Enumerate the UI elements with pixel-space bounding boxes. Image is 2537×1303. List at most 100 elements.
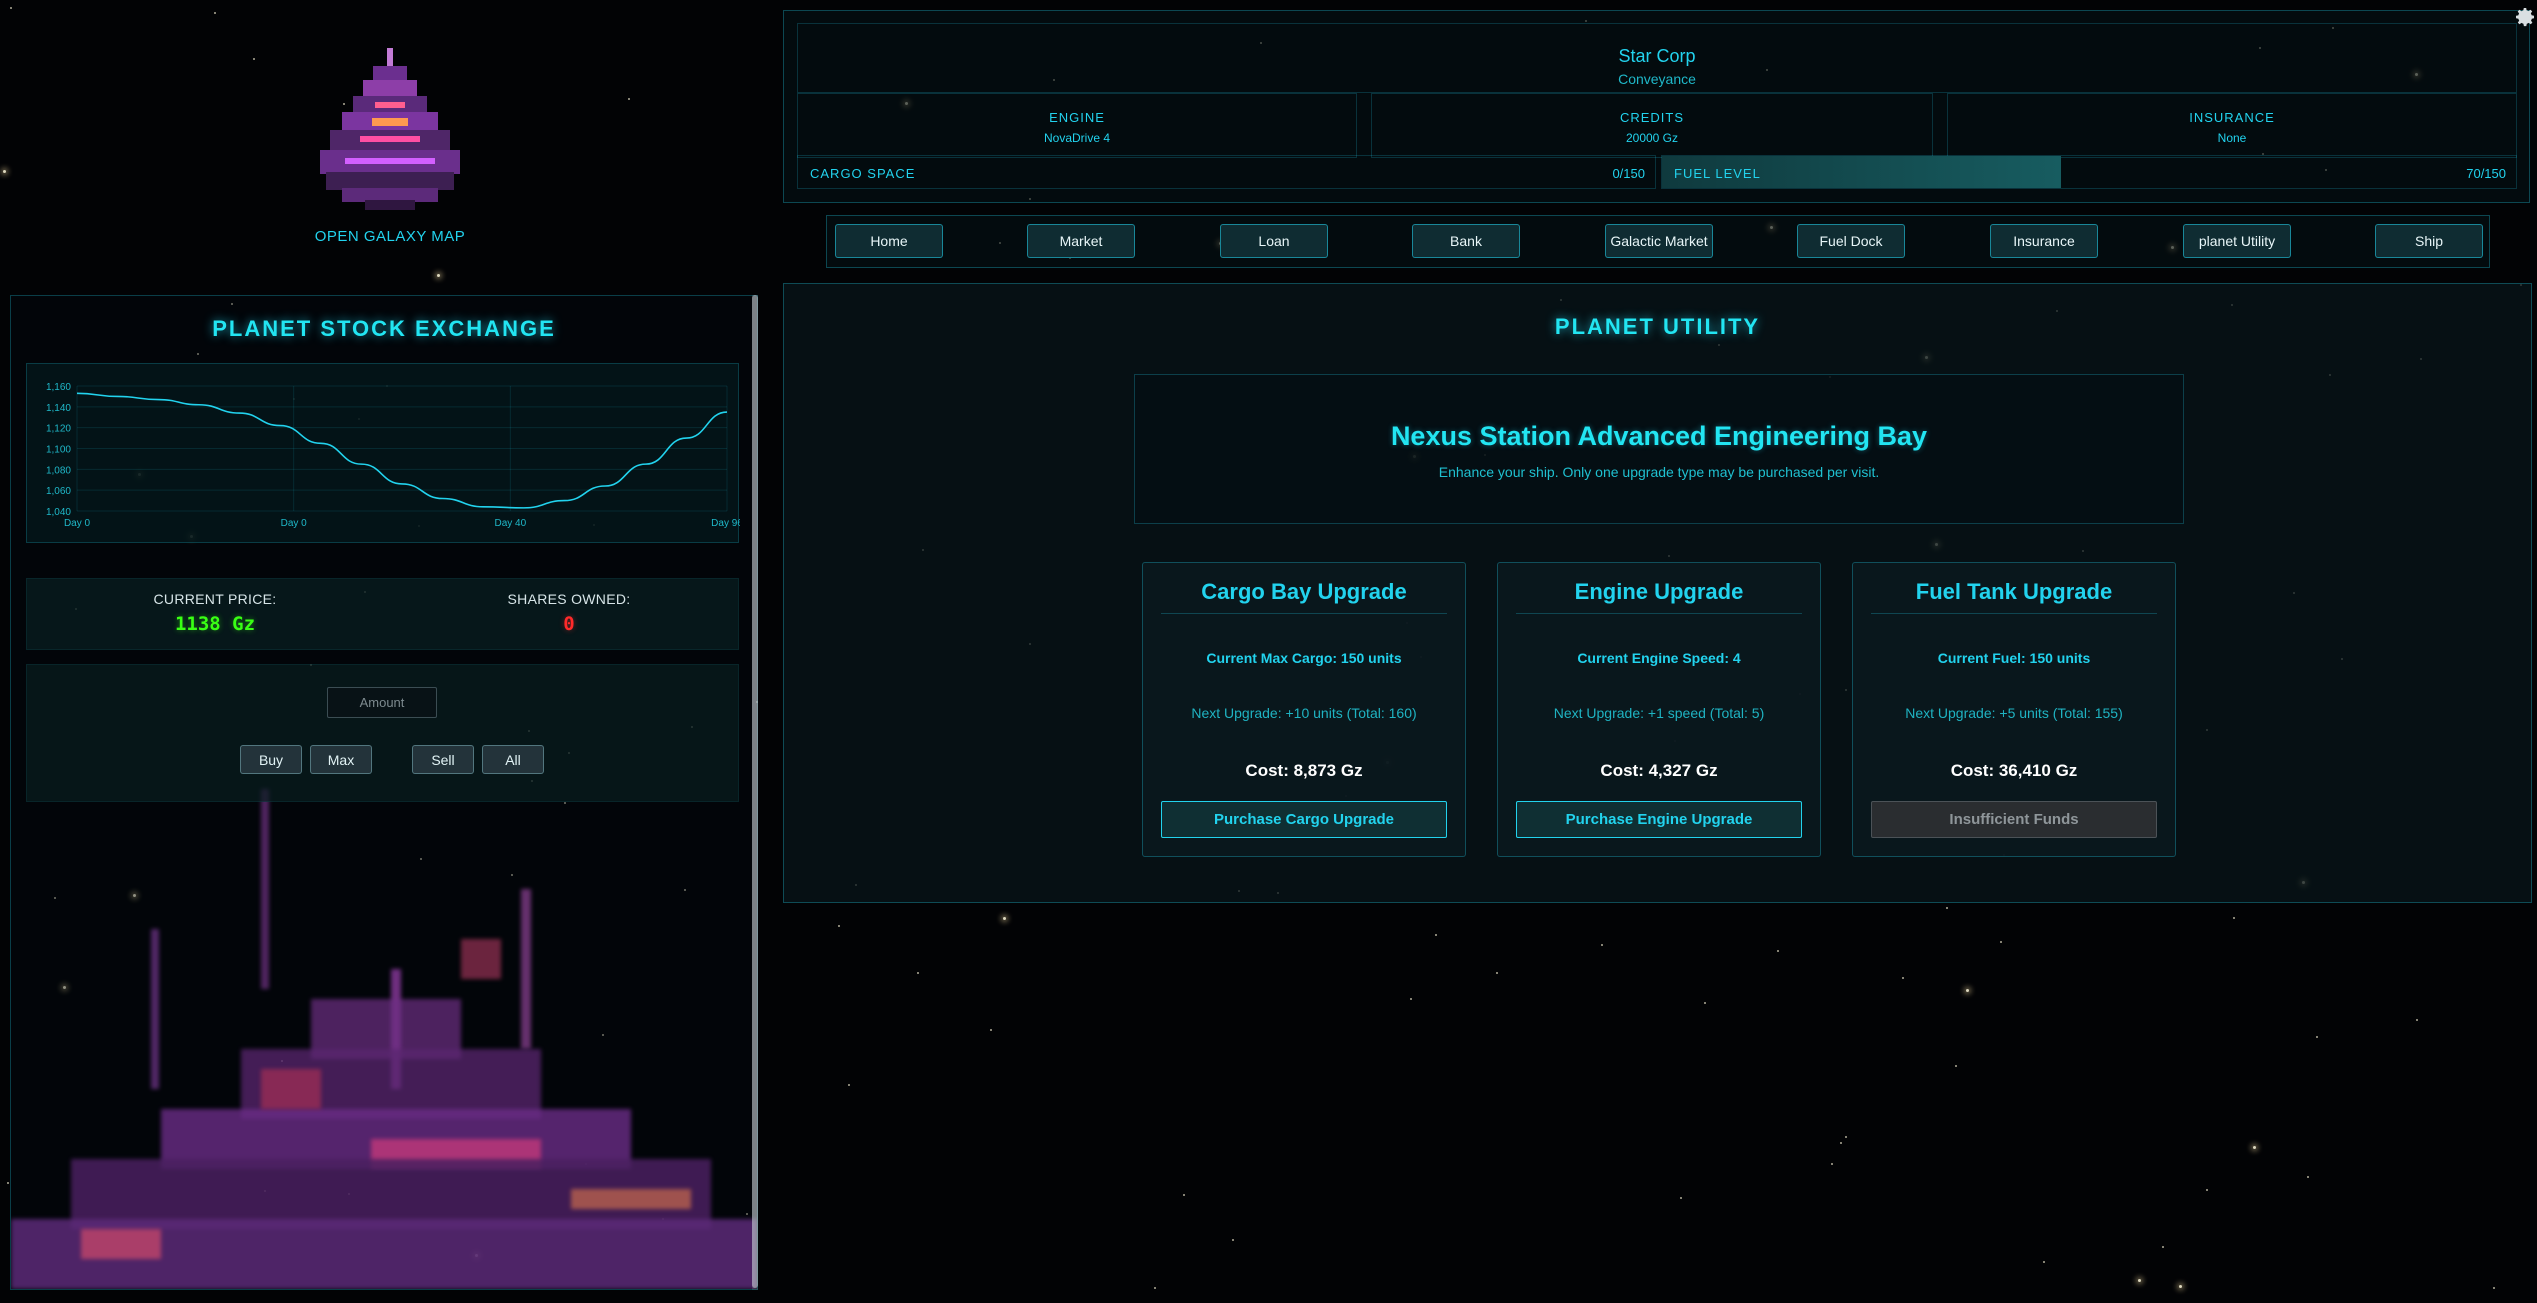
nav-insurance-button[interactable]: Insurance	[1990, 224, 2098, 258]
star	[1154, 1287, 1156, 1289]
star	[2138, 1279, 2141, 1282]
card-next-upgrade: Next Upgrade: +1 speed (Total: 5)	[1553, 705, 1765, 721]
nav-market-button[interactable]: Market	[1027, 224, 1135, 258]
cargo-upgrade-card: Cargo Bay Upgrade Current Max Cargo: 150…	[1142, 562, 1466, 857]
star	[2316, 1036, 2318, 1038]
engineering-bay-title: Nexus Station Advanced Engineering Bay	[1390, 421, 1928, 451]
company-name: Star Corp	[1618, 46, 1696, 66]
star	[437, 274, 440, 277]
stock-exchange-panel: PLANET STOCK EXCHANGE 1,160 1,140 1,120 1,1…	[10, 295, 758, 1290]
scrollbar-thumb[interactable]	[752, 295, 758, 1288]
chart-price-line	[76, 392, 728, 509]
star	[1496, 972, 1498, 974]
star	[2307, 1176, 2309, 1178]
company-box: Star Corp Conveyance	[797, 23, 2517, 93]
stock-exchange-title: PLANET STOCK EXCHANGE	[212, 316, 556, 341]
card-next-upgrade: Next Upgrade: +5 units (Total: 155)	[1905, 705, 2123, 721]
star	[2493, 1287, 2495, 1289]
gear-icon[interactable]	[2513, 5, 2537, 29]
star	[848, 1084, 850, 1086]
star	[7, 1182, 9, 1184]
chart-y-tick-label: 1,060	[46, 486, 71, 497]
ship-status-header: Star Corp Conveyance ENGINE NovaDrive 4 …	[783, 10, 2530, 203]
current-price-value: 1138 Gz	[174, 613, 256, 635]
insufficient-funds-button: Insufficient Funds	[1871, 801, 2157, 838]
shares-owned-stat: SHARES OWNED: 0	[419, 591, 719, 635]
nav-galactic-market-button[interactable]: Galactic Market	[1605, 224, 1713, 258]
star	[1966, 989, 1969, 992]
sell-button[interactable]: Sell	[412, 745, 474, 774]
star	[2253, 1146, 2256, 1149]
nav-bank-button[interactable]: Bank	[1412, 224, 1520, 258]
cargo-space-bar: CARGO SPACE 0/150	[797, 155, 1656, 189]
credits-value: 20000 Gz	[1625, 131, 1679, 145]
nav-loan-button[interactable]: Loan	[1220, 224, 1328, 258]
fuel-tank-upgrade-card: Fuel Tank Upgrade Current Fuel: 150 unit…	[1852, 562, 2176, 857]
star	[838, 925, 840, 927]
engine-label: ENGINE	[1049, 110, 1105, 125]
star	[1831, 1163, 1833, 1165]
star	[1232, 1239, 1234, 1241]
max-button[interactable]: Max	[310, 745, 372, 774]
credits-stat: CREDITS 20000 Gz	[1371, 93, 1933, 158]
nav-home-button[interactable]: Home	[835, 224, 943, 258]
chart-y-tick-label: 1,120	[46, 424, 71, 435]
star	[2179, 1285, 2182, 1288]
star	[214, 12, 216, 14]
card-title: Cargo Bay Upgrade	[1161, 579, 1447, 614]
fuel-label: FUEL LEVEL	[1674, 166, 1761, 181]
fuel-value: 70/150	[2466, 166, 2506, 181]
current-price-label: CURRENT PRICE:	[153, 591, 277, 607]
planet-utility-panel: PLANET UTILITY Nexus Station Advanced En…	[783, 283, 2532, 903]
star	[2206, 1189, 2208, 1191]
nav-ship-button[interactable]: Ship	[2375, 224, 2483, 258]
star	[1777, 950, 1779, 952]
all-button[interactable]: All	[482, 745, 544, 774]
price-info-box: CURRENT PRICE: 1138 Gz SHARES OWNED: 0	[26, 578, 739, 650]
star	[1003, 917, 1006, 920]
card-cost: Cost: 8,873 Gz	[1245, 761, 1363, 780]
chart-y-tick-label: 1,100	[46, 445, 71, 456]
fuel-level-bar: FUEL LEVEL 70/150	[1661, 155, 2517, 189]
nav-fuel-dock-button[interactable]: Fuel Dock	[1797, 224, 1905, 258]
insurance-label: INSURANCE	[2189, 110, 2275, 125]
chart-y-tick-label: 1,140	[46, 403, 71, 414]
chart-y-tick-label: 1,040	[46, 507, 71, 518]
shares-owned-label: SHARES OWNED:	[507, 591, 631, 607]
chart-x-tick-label: Day 0	[64, 518, 91, 529]
card-current-value: Current Fuel: 150 units	[1937, 650, 2091, 666]
star	[917, 972, 919, 974]
star	[1183, 1194, 1185, 1196]
stock-price-chart-svg: 1,160 1,140 1,120 1,100 1,080 1,060 1,040Day 0…	[46, 382, 743, 529]
amount-input[interactable]	[327, 687, 437, 718]
stock-price-chart: 1,160 1,140 1,120 1,100 1,080 1,060 1,040 Day 0…	[26, 363, 743, 543]
shares-owned-value: 0	[563, 613, 575, 635]
star	[2043, 1261, 2045, 1263]
chart-y-tick-label: 1,080	[46, 465, 71, 476]
star	[1955, 1065, 1957, 1067]
purchase-cargo-upgrade-button[interactable]: Purchase Cargo Upgrade	[1161, 801, 1447, 838]
star	[628, 98, 630, 100]
chart-y-tick-label: 1,160	[46, 382, 71, 393]
cargo-value: 0/150	[1612, 166, 1645, 181]
open-galaxy-map-link[interactable]: OPEN GALAXY MAP	[290, 40, 490, 265]
card-title: Engine Upgrade	[1516, 579, 1802, 614]
engineering-bay-description: Enhance your ship. Only one upgrade type…	[1438, 464, 1880, 480]
main-navigation: Home Market Loan Bank Galactic Market Fuel Do…	[826, 215, 2490, 268]
nav-planet-utility-button[interactable]: planet Utility	[2183, 224, 2291, 258]
engineering-bay-box: Nexus Station Advanced Engineering Bay E…	[1134, 374, 2184, 524]
purchase-engine-upgrade-button[interactable]: Purchase Engine Upgrade	[1516, 801, 1802, 838]
credits-label: CREDITS	[1619, 110, 1685, 125]
card-next-upgrade: Next Upgrade: +10 units (Total: 160)	[1191, 705, 1417, 721]
buy-button[interactable]: Buy	[240, 745, 302, 774]
engine-value: NovaDrive 4	[1043, 131, 1111, 145]
star	[1840, 1142, 1842, 1144]
star	[1946, 907, 1948, 909]
star	[990, 1029, 992, 1031]
star	[1704, 1002, 1706, 1004]
left-panel-scrollbar[interactable]	[752, 295, 758, 1290]
star	[1845, 1136, 1847, 1138]
card-title: Fuel Tank Upgrade	[1871, 579, 2157, 614]
card-current-value: Current Engine Speed: 4	[1577, 650, 1741, 666]
engine-upgrade-card: Engine Upgrade Current Engine Speed: 4 N…	[1497, 562, 1821, 857]
